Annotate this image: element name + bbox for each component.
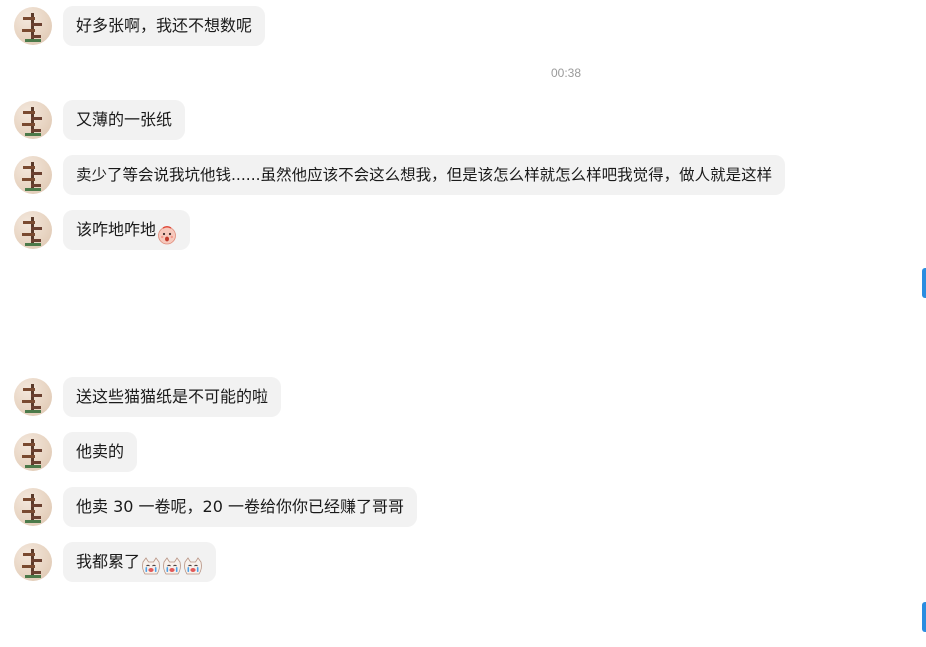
message-bubble[interactable]: 送这些猫猫纸是不可能的啦: [63, 377, 282, 417]
message-text: 该咋地咋地: [76, 220, 157, 239]
contact-avatar[interactable]: [14, 433, 52, 471]
surprised-face-icon: [157, 220, 177, 245]
message-bubble[interactable]: 该咋地咋地: [63, 210, 191, 250]
message-text: 他卖的: [76, 442, 125, 461]
message-bubble[interactable]: 我都累了: [63, 542, 217, 582]
contact-avatar[interactable]: [14, 488, 52, 526]
message-text: 我都累了: [76, 552, 141, 571]
message-row: 该咋地咋地: [14, 210, 191, 250]
message-text: 送这些猫猫纸是不可能的啦: [76, 387, 269, 406]
contact-avatar[interactable]: [14, 156, 52, 194]
message-row: 他卖 30 一卷呢，20 一卷给你你已经赚了哥哥: [14, 487, 417, 527]
message-bubble[interactable]: 又薄的一张纸: [63, 100, 186, 140]
contact-avatar[interactable]: [14, 378, 52, 416]
message-row: 又薄的一张纸: [14, 100, 186, 140]
contact-avatar[interactable]: [14, 101, 52, 139]
crying-cat-icon: [162, 552, 182, 575]
message-text: 好多张啊，我还不想数呢: [76, 16, 253, 35]
message-row: 卖少了等会说我坑他钱......虽然他应该不会这么想我，但是该怎么样就怎么样吧我…: [14, 155, 786, 195]
contact-avatar[interactable]: [14, 211, 52, 249]
message-bubble[interactable]: 好多张啊，我还不想数呢: [63, 6, 266, 46]
contact-avatar[interactable]: [14, 543, 52, 581]
side-panel-edge[interactable]: [922, 268, 926, 298]
message-row: 好多张啊，我还不想数呢: [14, 6, 266, 46]
crying-cat-icon: [141, 552, 161, 575]
message-row: 我都累了: [14, 542, 217, 582]
message-bubble[interactable]: 他卖的: [63, 432, 138, 472]
message-bubble[interactable]: 他卖 30 一卷呢，20 一卷给你你已经赚了哥哥: [63, 487, 417, 527]
side-panel-edge[interactable]: [922, 602, 926, 632]
message-text: 卖少了等会说我坑他钱......虽然他应该不会这么想我，但是该怎么样就怎么样吧我…: [76, 166, 773, 184]
timestamp: 00:38: [550, 66, 582, 80]
message-bubble[interactable]: 卖少了等会说我坑他钱......虽然他应该不会这么想我，但是该怎么样就怎么样吧我…: [63, 155, 786, 195]
message-text: 他卖 30 一卷呢，20 一卷给你你已经赚了哥哥: [76, 497, 404, 516]
message-row: 他卖的: [14, 432, 138, 472]
message-row: 送这些猫猫纸是不可能的啦: [14, 377, 282, 417]
contact-avatar[interactable]: [14, 7, 52, 45]
message-text: 又薄的一张纸: [76, 110, 173, 129]
crying-cat-icon: [183, 552, 203, 575]
